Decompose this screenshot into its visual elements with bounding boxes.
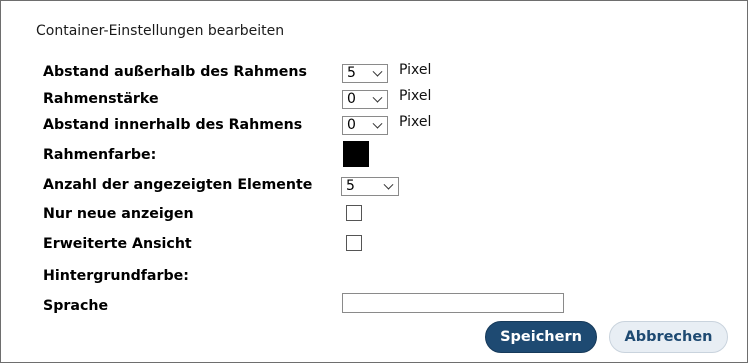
container-settings-dialog: Container-Einstellungen bearbeiten Absta… — [0, 0, 748, 363]
dialog-title: Container-Einstellungen bearbeiten — [36, 23, 285, 39]
border-color-swatch[interactable] — [343, 141, 369, 167]
only-new-label: Nur neue anzeigen — [43, 206, 194, 222]
border-width-label: Rahmenstärke — [43, 91, 159, 107]
padding-inside-value: 0 — [347, 117, 356, 133]
margin-outside-label: Abstand außerhalb des Rahmens — [43, 64, 307, 80]
border-color-label: Rahmenfarbe: — [43, 147, 157, 163]
chevron-down-icon — [372, 66, 383, 77]
padding-inside-unit: Pixel — [399, 114, 432, 130]
background-color-label: Hintergrundfarbe: — [43, 268, 189, 284]
chevron-down-icon — [383, 179, 394, 190]
border-width-unit: Pixel — [399, 88, 432, 104]
extended-view-checkbox[interactable] — [346, 235, 362, 251]
border-width-value: 0 — [347, 91, 356, 107]
save-button[interactable]: Speichern — [485, 321, 597, 353]
only-new-checkbox[interactable] — [346, 205, 362, 221]
padding-inside-select[interactable]: 0 — [342, 116, 388, 135]
extended-view-label: Erweiterte Ansicht — [43, 236, 192, 252]
margin-outside-value: 5 — [347, 65, 356, 81]
item-count-value: 5 — [346, 178, 355, 194]
margin-outside-select[interactable]: 5 — [342, 64, 388, 83]
chevron-down-icon — [372, 92, 383, 103]
item-count-label: Anzahl der angezeigten Elemente — [43, 177, 313, 193]
margin-outside-unit: Pixel — [399, 62, 432, 78]
border-width-select[interactable]: 0 — [342, 90, 388, 109]
item-count-select[interactable]: 5 — [341, 177, 399, 196]
cancel-button[interactable]: Abbrechen — [609, 321, 728, 353]
chevron-down-icon — [372, 118, 383, 129]
language-label: Sprache — [43, 298, 109, 314]
language-input[interactable] — [342, 293, 564, 313]
padding-inside-label: Abstand innerhalb des Rahmens — [43, 117, 303, 133]
